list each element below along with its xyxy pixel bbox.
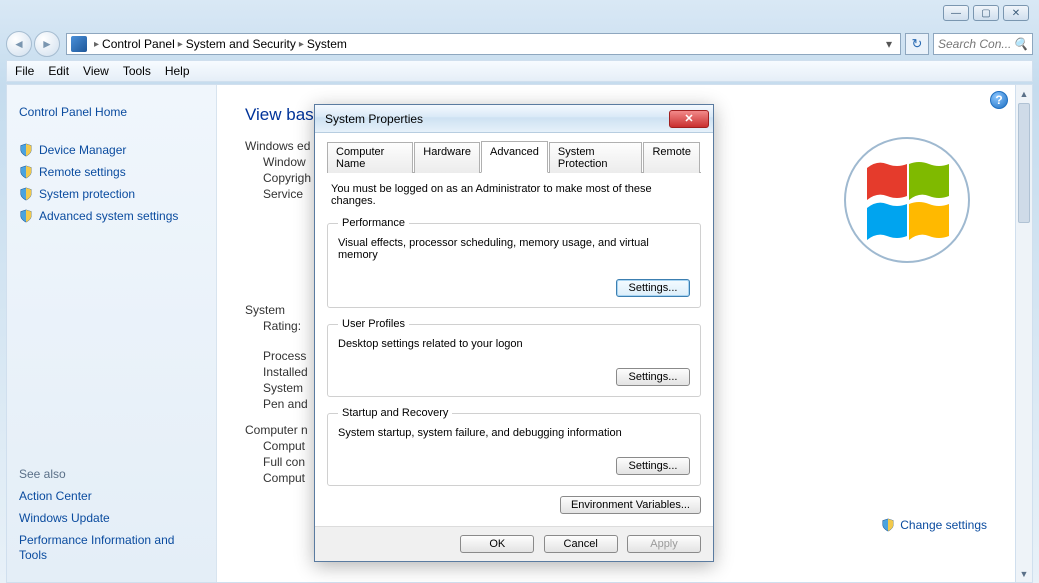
scrollbar[interactable]: ▲ ▼ [1015, 85, 1032, 582]
shield-icon [19, 165, 33, 179]
search-icon: 🔍 [1013, 37, 1028, 51]
scroll-thumb[interactable] [1018, 103, 1030, 223]
startup-recovery-group: Startup and Recovery System startup, sys… [327, 407, 701, 486]
tab-advanced[interactable]: Advanced [481, 141, 548, 173]
shield-icon [19, 209, 33, 223]
startup-recovery-legend: Startup and Recovery [338, 407, 452, 419]
breadcrumb[interactable]: ▸ Control Panel ▸ System and Security ▸ … [66, 33, 901, 55]
sidebar-item-label: System protection [39, 187, 135, 201]
menu-tools[interactable]: Tools [123, 64, 151, 78]
breadcrumb-item[interactable]: Control Panel [102, 37, 175, 51]
control-panel-home-link[interactable]: Control Panel Home [17, 101, 206, 123]
shield-icon [19, 187, 33, 201]
chevron-right-icon: ▸ [299, 39, 304, 50]
ok-button[interactable]: OK [460, 535, 534, 553]
user-profiles-legend: User Profiles [338, 318, 409, 330]
system-properties-dialog: System Properties ✕ Computer Name Hardwa… [314, 104, 714, 562]
window-close-button[interactable]: ✕ [1003, 5, 1029, 21]
menu-file[interactable]: File [15, 64, 34, 78]
minimize-button[interactable]: — [943, 5, 969, 21]
sidebar-item-label: Device Manager [39, 143, 126, 157]
menu-help[interactable]: Help [165, 64, 190, 78]
tab-computer-name[interactable]: Computer Name [327, 142, 413, 173]
dialog-footer: OK Cancel Apply [315, 526, 713, 561]
apply-button[interactable]: Apply [627, 535, 701, 553]
change-settings-label: Change settings [900, 518, 987, 532]
sidebar-perf-info[interactable]: Performance Information and Tools [17, 529, 206, 566]
sidebar-device-manager[interactable]: Device Manager [17, 139, 206, 161]
forward-button[interactable]: ► [34, 31, 60, 57]
menu-bar: File Edit View Tools Help [6, 60, 1033, 82]
tab-system-protection[interactable]: System Protection [549, 142, 643, 173]
chevron-right-icon: ▸ [94, 39, 99, 50]
back-button[interactable]: ◄ [6, 31, 32, 57]
user-profiles-settings-button[interactable]: Settings... [616, 368, 690, 386]
search-placeholder: Search Con... [938, 37, 1011, 51]
sidebar-item-label: Advanced system settings [39, 209, 178, 223]
refresh-button[interactable]: ↻ [905, 33, 929, 55]
breadcrumb-dropdown[interactable]: ▾ [882, 37, 896, 51]
performance-group: Performance Visual effects, processor sc… [327, 217, 701, 308]
sidebar: Control Panel Home Device Manager Remote… [7, 85, 217, 582]
admin-note: You must be logged on as an Administrato… [331, 183, 697, 207]
close-icon: ✕ [684, 112, 693, 125]
performance-text: Visual effects, processor scheduling, me… [338, 237, 690, 261]
cancel-button[interactable]: Cancel [544, 535, 618, 553]
menu-edit[interactable]: Edit [48, 64, 69, 78]
tab-remote[interactable]: Remote [643, 142, 700, 173]
performance-legend: Performance [338, 217, 409, 229]
performance-settings-button[interactable]: Settings... [616, 279, 690, 297]
help-icon[interactable]: ? [990, 91, 1008, 109]
dialog-titlebar[interactable]: System Properties ✕ [315, 105, 713, 133]
menu-view[interactable]: View [83, 64, 109, 78]
startup-recovery-settings-button[interactable]: Settings... [616, 457, 690, 475]
change-settings-link[interactable]: Change settings [881, 518, 987, 532]
tab-strip: Computer Name Hardware Advanced System P… [327, 141, 701, 173]
see-also-header: See also [17, 463, 206, 485]
tab-hardware[interactable]: Hardware [414, 142, 480, 173]
environment-variables-button[interactable]: Environment Variables... [560, 496, 701, 514]
user-profiles-group: User Profiles Desktop settings related t… [327, 318, 701, 397]
startup-recovery-text: System startup, system failure, and debu… [338, 427, 690, 439]
windows-logo-icon [842, 135, 972, 265]
shield-icon [881, 518, 895, 532]
scroll-up-arrow[interactable]: ▲ [1016, 85, 1032, 102]
computer-icon [71, 36, 87, 52]
sidebar-system-protection[interactable]: System protection [17, 183, 206, 205]
maximize-button[interactable]: ▢ [973, 5, 999, 21]
scroll-down-arrow[interactable]: ▼ [1016, 565, 1032, 582]
shield-icon [19, 143, 33, 157]
breadcrumb-item[interactable]: System [307, 37, 347, 51]
chevron-right-icon: ▸ [178, 39, 183, 50]
sidebar-action-center[interactable]: Action Center [17, 485, 206, 507]
search-input[interactable]: Search Con... 🔍 [933, 33, 1033, 55]
sidebar-windows-update[interactable]: Windows Update [17, 507, 206, 529]
sidebar-remote-settings[interactable]: Remote settings [17, 161, 206, 183]
navigation-bar: ◄ ► ▸ Control Panel ▸ System and Securit… [0, 30, 1039, 58]
sidebar-item-label: Remote settings [39, 165, 126, 179]
arrow-left-icon: ◄ [13, 37, 25, 51]
user-profiles-text: Desktop settings related to your logon [338, 338, 690, 350]
breadcrumb-item[interactable]: System and Security [186, 37, 296, 51]
arrow-right-icon: ► [41, 37, 53, 51]
dialog-title: System Properties [325, 112, 423, 126]
sidebar-advanced-settings[interactable]: Advanced system settings [17, 205, 206, 227]
dialog-close-button[interactable]: ✕ [669, 110, 709, 128]
refresh-icon: ↻ [912, 36, 923, 52]
